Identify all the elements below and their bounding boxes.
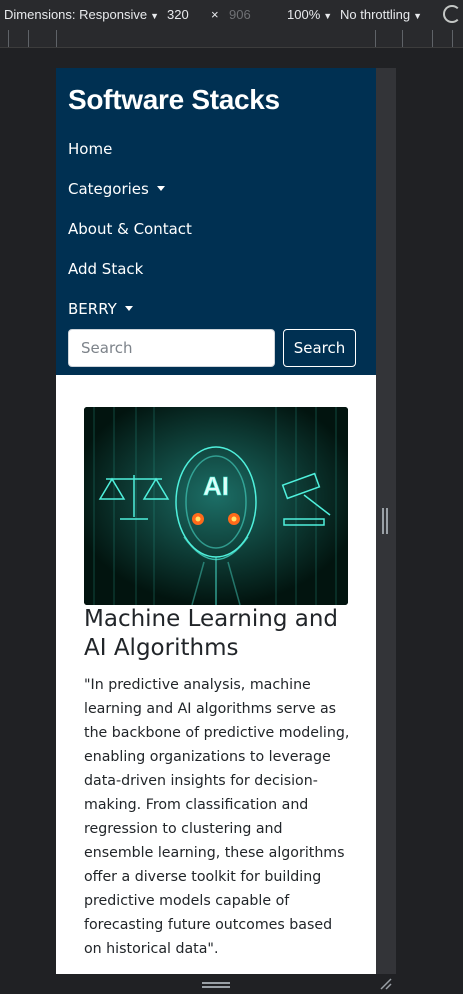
caret-down-icon: ▼	[323, 11, 333, 21]
device-viewport: Software Stacks Home Categories About & …	[56, 68, 376, 974]
ruler-tick	[452, 30, 453, 47]
zoom-label: 100%	[287, 7, 321, 22]
article-title: Machine Learning and AI Algorithms	[84, 606, 339, 661]
width-input[interactable]: 320	[167, 7, 189, 22]
ai-lettering: AI	[203, 471, 229, 501]
ruler-tick	[56, 30, 57, 47]
nav-user-dropdown[interactable]: BERRY	[68, 300, 133, 318]
ruler-tick	[402, 30, 403, 47]
height-input[interactable]: 906	[229, 7, 251, 22]
resize-corner-icon[interactable]	[380, 978, 392, 990]
media-query-ruler	[0, 30, 463, 48]
site-navbar: Software Stacks Home Categories About & …	[56, 68, 376, 375]
throttling-label: No throttling	[340, 7, 411, 22]
devtools-toolbar: Dimensions: Responsive ▼ 320 × 906 100% ▼ …	[0, 0, 463, 31]
nav-home[interactable]: Home	[68, 140, 112, 158]
ruler-tick	[432, 30, 433, 47]
times-separator: ×	[211, 7, 219, 22]
dimensions-label: Dimensions: Responsive	[4, 7, 148, 22]
nav-about-contact[interactable]: About & Contact	[68, 220, 192, 238]
article-body: "In predictive analysis, machine learnin…	[84, 677, 350, 957]
dimensions-dropdown[interactable]: Dimensions: Responsive ▼	[4, 7, 159, 22]
search-input[interactable]	[68, 329, 275, 367]
rotate-icon[interactable]	[443, 5, 461, 23]
resize-handle-bottom-icon[interactable]	[202, 982, 230, 988]
ruler-tick	[8, 30, 9, 47]
ai-head-illustration: AI	[84, 407, 348, 605]
article-image: AI	[84, 407, 348, 605]
caret-down-icon: ▼	[413, 11, 423, 21]
brand-logo[interactable]: Software Stacks	[68, 84, 280, 116]
nav-categories-dropdown[interactable]: Categories	[68, 180, 165, 198]
ruler-tick	[375, 30, 376, 47]
caret-down-icon: ▼	[150, 11, 159, 21]
resize-handle-right-icon[interactable]	[382, 508, 388, 534]
ruler-tick	[28, 30, 29, 47]
throttling-dropdown[interactable]: No throttling ▼	[340, 7, 422, 22]
nav-add-stack[interactable]: Add Stack	[68, 260, 143, 278]
search-button[interactable]: Search	[283, 329, 356, 367]
zoom-dropdown[interactable]: 100% ▼	[287, 7, 332, 22]
